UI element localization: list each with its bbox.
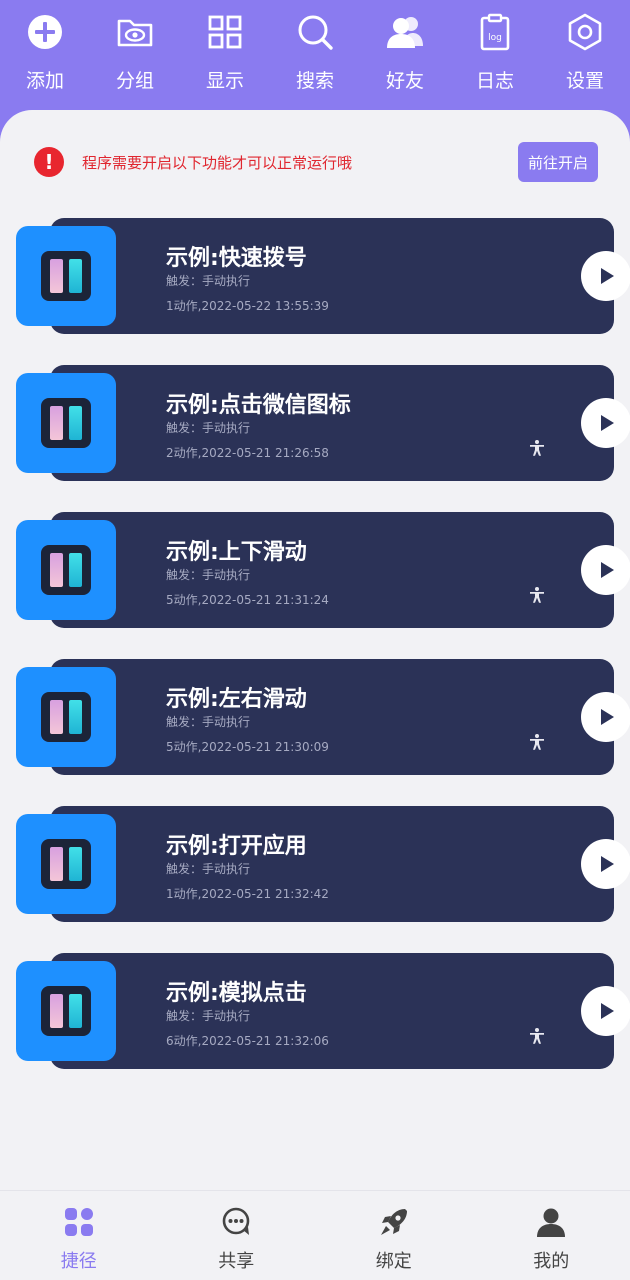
- run-shortcut-button[interactable]: [581, 986, 630, 1036]
- card-body[interactable]: 示例:打开应用触发：手动执行 1动作,2022-05-21 21:32:42: [50, 806, 630, 922]
- grid-icon: [208, 15, 242, 49]
- play-icon: [601, 709, 614, 725]
- card-meta: 5动作,2022-05-21 21:30:09: [166, 740, 329, 754]
- play-icon: [601, 1003, 614, 1019]
- toolbar-friends-label: 好友: [385, 70, 424, 92]
- run-shortcut-button[interactable]: [581, 251, 630, 301]
- main-panel: ! 程序需要开启以下功能才可以正常运行哦 前往开启 示例:快速拨号触发：手动执行…: [0, 110, 630, 1190]
- card-title: 示例:上下滑动: [166, 540, 307, 565]
- nav-profile[interactable]: 我的: [473, 1191, 630, 1280]
- toolbar-group-label: 分组: [115, 70, 154, 92]
- toolbar-add-label: 添加: [25, 70, 64, 92]
- shortcut-card[interactable]: 示例:快速拨号触发：手动执行 1动作,2022-05-22 13:55:39: [16, 218, 630, 334]
- top-toolbar: 添加 分组 显示 搜索 好友 log 日志 设置: [0, 0, 630, 120]
- shortcut-app-icon: [41, 839, 91, 889]
- shortcut-icon: [16, 961, 116, 1061]
- toolbar-group-button[interactable]: 分组: [90, 0, 180, 120]
- nav-bind[interactable]: 绑定: [315, 1191, 473, 1280]
- shortcut-card[interactable]: 示例:上下滑动触发：手动执行 5动作,2022-05-21 21:31:24: [16, 512, 630, 628]
- accessibility-icon: [530, 440, 544, 456]
- permission-notice: ! 程序需要开启以下功能才可以正常运行哦 前往开启: [34, 142, 598, 182]
- shortcut-icon: [16, 520, 116, 620]
- card-meta: 5动作,2022-05-21 21:31:24: [166, 593, 329, 607]
- card-body[interactable]: 示例:点击微信图标触发：手动执行 2动作,2022-05-21 21:26:58: [50, 365, 630, 481]
- run-shortcut-button[interactable]: [581, 545, 630, 595]
- shortcut-app-icon: [41, 545, 91, 595]
- profile-icon: [537, 1208, 566, 1237]
- card-title: 示例:点击微信图标: [166, 393, 351, 418]
- warning-icon: !: [34, 147, 64, 177]
- card-trigger: 触发：手动执行: [166, 715, 251, 729]
- folder-eye-icon: [117, 19, 153, 47]
- shortcut-card[interactable]: 示例:模拟点击触发：手动执行 6动作,2022-05-21 21:32:06: [16, 953, 630, 1069]
- play-icon: [601, 415, 614, 431]
- bottom-nav: 捷径 共享 绑定 我的: [0, 1190, 630, 1280]
- accessibility-icon: [530, 587, 544, 603]
- nav-shortcuts[interactable]: 捷径: [0, 1191, 158, 1280]
- card-body[interactable]: 示例:左右滑动触发：手动执行 5动作,2022-05-21 21:30:09: [50, 659, 630, 775]
- nav-shortcuts-label: 捷径: [60, 1251, 97, 1272]
- card-meta: 2动作,2022-05-21 21:26:58: [166, 446, 329, 460]
- play-icon: [601, 562, 614, 578]
- run-shortcut-button[interactable]: [581, 398, 630, 448]
- toolbar-friends-button[interactable]: 好友: [360, 0, 450, 120]
- toolbar-settings-label: 设置: [565, 70, 604, 92]
- card-trigger: 触发：手动执行: [166, 862, 251, 876]
- shortcut-card[interactable]: 示例:打开应用触发：手动执行 1动作,2022-05-21 21:32:42: [16, 806, 630, 922]
- toolbar-settings-button[interactable]: 设置: [540, 0, 630, 120]
- card-body[interactable]: 示例:快速拨号触发：手动执行 1动作,2022-05-22 13:55:39: [50, 218, 630, 334]
- card-body[interactable]: 示例:上下滑动触发：手动执行 5动作,2022-05-21 21:31:24: [50, 512, 630, 628]
- shortcut-icon: [16, 226, 116, 326]
- shortcut-app-icon: [41, 692, 91, 742]
- plus-circle-icon: [28, 15, 62, 49]
- card-body[interactable]: 示例:模拟点击触发：手动执行 6动作,2022-05-21 21:32:06: [50, 953, 630, 1069]
- card-meta: 6动作,2022-05-21 21:32:06: [166, 1034, 329, 1048]
- nav-share[interactable]: 共享: [158, 1191, 316, 1280]
- toolbar-search-label: 搜索: [295, 70, 334, 92]
- run-shortcut-button[interactable]: [581, 692, 630, 742]
- card-title: 示例:快速拨号: [166, 246, 307, 271]
- settings-hexagon-icon: [568, 13, 602, 51]
- card-trigger: 触发：手动执行: [166, 568, 251, 582]
- shortcuts-icon: [64, 1208, 93, 1236]
- friends-icon: [387, 17, 423, 48]
- rocket-icon: [380, 1209, 407, 1235]
- shortcut-card[interactable]: 示例:点击微信图标触发：手动执行 2动作,2022-05-21 21:26:58: [16, 365, 630, 481]
- toolbar-search-button[interactable]: 搜索: [270, 0, 360, 120]
- accessibility-icon: [530, 1028, 544, 1044]
- card-trigger: 触发：手动执行: [166, 421, 251, 435]
- card-trigger: 触发：手动执行: [166, 274, 251, 288]
- toolbar-display-button[interactable]: 显示: [180, 0, 270, 120]
- nav-share-label: 共享: [218, 1251, 255, 1272]
- card-meta: 1动作,2022-05-21 21:32:42: [166, 887, 329, 901]
- shortcut-card[interactable]: 示例:左右滑动触发：手动执行 5动作,2022-05-21 21:30:09: [16, 659, 630, 775]
- card-title: 示例:打开应用: [166, 834, 307, 859]
- shortcut-icon: [16, 667, 116, 767]
- toolbar-add-button[interactable]: 添加: [0, 0, 90, 120]
- log-clipboard-icon: log: [480, 13, 510, 51]
- play-icon: [601, 856, 614, 872]
- card-title: 示例:左右滑动: [166, 687, 307, 712]
- shortcut-app-icon: [41, 251, 91, 301]
- nav-bind-label: 绑定: [375, 1251, 412, 1272]
- shortcut-icon: [16, 373, 116, 473]
- share-chat-icon: [222, 1207, 250, 1235]
- shortcut-app-icon: [41, 986, 91, 1036]
- toolbar-log-label: 日志: [475, 70, 514, 92]
- toolbar-log-button[interactable]: log 日志: [450, 0, 540, 120]
- card-meta: 1动作,2022-05-22 13:55:39: [166, 299, 329, 313]
- shortcut-icon: [16, 814, 116, 914]
- shortcut-app-icon: [41, 398, 91, 448]
- card-trigger: 触发：手动执行: [166, 1009, 251, 1023]
- search-icon: [298, 15, 333, 50]
- nav-profile-label: 我的: [533, 1251, 570, 1272]
- svg-text:log: log: [488, 33, 502, 43]
- card-title: 示例:模拟点击: [166, 981, 307, 1006]
- enable-permissions-button[interactable]: 前往开启: [518, 142, 598, 182]
- accessibility-icon: [530, 734, 544, 750]
- run-shortcut-button[interactable]: [581, 839, 630, 889]
- play-icon: [601, 268, 614, 284]
- toolbar-display-label: 显示: [205, 70, 244, 92]
- notice-text: 程序需要开启以下功能才可以正常运行哦: [82, 153, 353, 172]
